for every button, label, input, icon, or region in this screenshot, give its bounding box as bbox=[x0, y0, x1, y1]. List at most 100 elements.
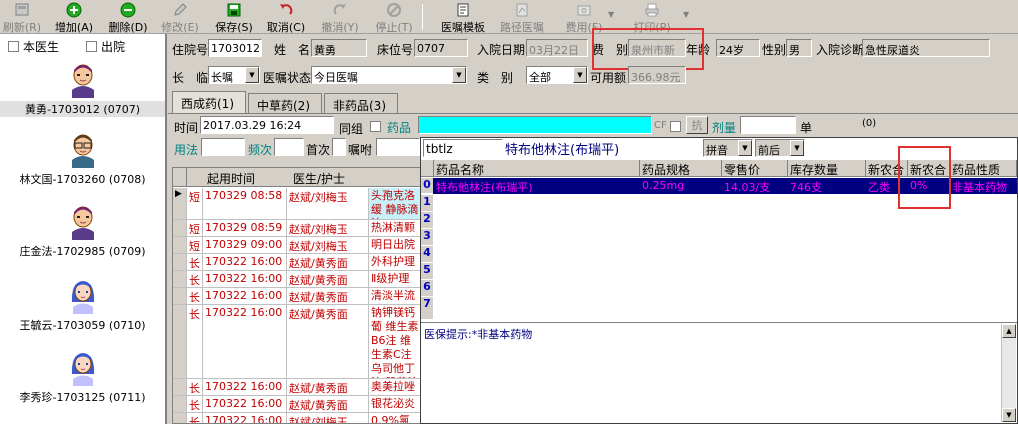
sort-option-dropdown-arrow[interactable]: ▼ bbox=[738, 140, 752, 156]
entrust-field[interactable] bbox=[376, 138, 420, 156]
admit-date-field: 03月22日 bbox=[526, 39, 588, 57]
order-row[interactable]: 长170322 16:00赵斌/黄秀面清淡半流质 bbox=[173, 288, 421, 305]
drug-cell-name: 特布他林注(布瑞平) bbox=[436, 181, 533, 194]
drug-cell-price: 14.03/支 bbox=[724, 181, 771, 194]
save-button[interactable]: 保存(S) bbox=[212, 1, 256, 34]
order-row-marker bbox=[173, 254, 187, 270]
discharged-label: 出院 bbox=[101, 40, 126, 54]
order-cell-time: 170322 16:00 bbox=[203, 413, 287, 423]
female-avatar-icon bbox=[71, 353, 94, 386]
patient-item[interactable]: 李秀珍-1703125 (0711) bbox=[0, 352, 165, 405]
admission-no-label: 住院号 bbox=[172, 43, 209, 57]
edit-button-label: 修改(E) bbox=[161, 21, 199, 34]
toolbar: 刷新(R) 增加(A) 删除(D) 修改(E) 保存(S) 取消(C) 撤消(Y… bbox=[0, 0, 1018, 34]
tab-herbal-medicine[interactable]: 中草药(2) bbox=[248, 93, 322, 113]
order-row[interactable]: ▶短170329 08:58赵斌/刘梅玉头孢克洛缓 静脉滴注 bbox=[173, 188, 421, 220]
current-row-arrow-icon: ▶ bbox=[173, 188, 187, 219]
category-label: 类 别 bbox=[477, 71, 514, 85]
antibiotic-button[interactable]: 抗 bbox=[686, 116, 708, 134]
group-checkbox[interactable] bbox=[370, 121, 381, 132]
drug-row-number: 2 bbox=[421, 212, 433, 229]
cost-dropdown-arrow[interactable]: ▼ bbox=[608, 10, 614, 19]
tab-non-drug[interactable]: 非药品(3) bbox=[324, 93, 398, 113]
drug-grid-corner bbox=[421, 160, 434, 177]
insurance-hint-scrollbar[interactable]: ▲ ▼ bbox=[1001, 324, 1016, 422]
discharged-filter[interactable]: 出院 bbox=[86, 38, 125, 55]
tab-divider bbox=[168, 113, 1018, 114]
order-cell-type: 短 bbox=[187, 237, 203, 253]
order-cell-doctor: 赵斌/刘梅玉 bbox=[287, 237, 369, 253]
toolbar-separator bbox=[422, 4, 423, 30]
order-cell-doctor: 赵斌/黄秀面 bbox=[287, 288, 369, 304]
time-field[interactable]: 2017.03.29 16:24 bbox=[200, 116, 334, 134]
order-row[interactable]: 短170329 08:59赵斌/刘梅玉热淋清颗粒 bbox=[173, 220, 421, 237]
drug-row-number: 5 bbox=[421, 263, 433, 280]
redo-button[interactable]: 撤消(Y) bbox=[318, 1, 362, 34]
drug-search-input[interactable]: tbtlz bbox=[423, 139, 503, 157]
print-dropdown-arrow[interactable]: ▼ bbox=[683, 10, 689, 19]
undo-icon bbox=[280, 4, 293, 15]
refresh-button[interactable]: 刷新(R) bbox=[2, 1, 42, 34]
order-cell-doctor: 赵斌/黄秀面 bbox=[287, 396, 369, 412]
order-row[interactable]: 长170322 16:00赵斌/黄秀面奥美拉唑钠 bbox=[173, 379, 421, 396]
patient-item[interactable]: 林文国-1703260 (0708) bbox=[0, 134, 165, 187]
order-row[interactable]: 短 170329 09:00 赵斌/刘梅玉 明日出院 bbox=[173, 237, 421, 254]
order-cell-time: 170322 16:00 bbox=[203, 254, 287, 270]
duration-dropdown-arrow[interactable]: ▼ bbox=[245, 67, 259, 83]
scroll-down-icon[interactable]: ▼ bbox=[1002, 408, 1016, 422]
order-row[interactable]: 长 170322 16:00 赵斌/黄秀面 Ⅱ级护理 bbox=[173, 271, 421, 288]
frequency-field[interactable] bbox=[274, 138, 304, 156]
drug-row-number: 4 bbox=[421, 246, 433, 263]
edit-button[interactable]: 修改(E) bbox=[160, 1, 200, 34]
order-grid-header-time: 起用时间 bbox=[207, 172, 256, 186]
stop-button[interactable]: 停止(T) bbox=[372, 1, 416, 34]
bed-field: 0707 bbox=[414, 39, 468, 57]
patient-item-label: 黄勇-1703012 (0707) bbox=[0, 101, 165, 117]
order-status-dropdown-arrow[interactable]: ▼ bbox=[452, 67, 466, 83]
insurance-hint-divider bbox=[421, 322, 1017, 323]
order-cell-time: 170329 08:58 bbox=[203, 188, 287, 219]
order-status-select[interactable]: 今日医嘱 bbox=[311, 66, 467, 84]
order-cell-doctor: 赵斌/刘梅玉 bbox=[287, 413, 369, 423]
order-row[interactable]: 长170322 16:00赵斌/刘梅玉0.9%氯化钠 bbox=[173, 413, 421, 423]
delete-button-label: 删除(D) bbox=[108, 21, 148, 34]
own-doctor-filter[interactable]: 本医生 bbox=[8, 38, 59, 55]
sex-label: 性别 bbox=[762, 43, 787, 57]
delete-button[interactable]: 删除(D) bbox=[106, 1, 150, 34]
order-row-marker bbox=[173, 237, 187, 253]
order-cell-time: 170329 08:59 bbox=[203, 220, 287, 236]
order-cell-content: Ⅱ级护理 bbox=[369, 271, 421, 287]
admission-no-field[interactable]: 1703012 bbox=[208, 39, 262, 57]
admit-date-label: 入院日期 bbox=[477, 43, 526, 57]
order-row-marker bbox=[173, 413, 187, 423]
add-button[interactable]: 增加(A) bbox=[52, 1, 96, 34]
stop-button-label: 停止(T) bbox=[375, 21, 413, 34]
order-template-button[interactable]: 医嘱模板 bbox=[436, 1, 490, 34]
tab-western-medicine[interactable]: 西成药(1) bbox=[172, 91, 246, 113]
first-dose-label: 首次 bbox=[306, 143, 331, 157]
patient-item[interactable]: 王毓云-1703059 (0710) bbox=[0, 280, 165, 333]
order-row[interactable]: 长170322 16:00赵斌/黄秀面银花泌炎灵 bbox=[173, 396, 421, 413]
order-row[interactable]: 长 170322 16:00 赵斌/黄秀面 钠钾镁钙葡 维生素B6注 维生素C注 乌司… bbox=[173, 305, 421, 379]
order-row[interactable]: 长170322 16:00赵斌/黄秀面外科护理常 bbox=[173, 254, 421, 271]
order-grid-header-doctor: 医生/护士 bbox=[293, 172, 346, 186]
patient-item[interactable]: 黄勇-1703012 (0707) bbox=[0, 64, 165, 117]
match-option-dropdown-arrow[interactable]: ▼ bbox=[790, 140, 804, 156]
path-order-button[interactable]: 路径医嘱 bbox=[494, 1, 550, 34]
highlight-box-fee-type bbox=[592, 28, 704, 70]
first-dose-field[interactable] bbox=[332, 138, 346, 156]
category-dropdown-arrow[interactable]: ▼ bbox=[573, 67, 587, 83]
usage-field[interactable] bbox=[201, 138, 245, 156]
discharged-checkbox[interactable] bbox=[86, 41, 97, 52]
cf-checkbox[interactable] bbox=[670, 121, 681, 132]
own-doctor-checkbox[interactable] bbox=[8, 41, 19, 52]
male-avatar-icon bbox=[71, 64, 94, 98]
dose-field[interactable] bbox=[740, 116, 796, 134]
order-cell-type: 长 bbox=[187, 413, 203, 423]
cancel-button[interactable]: 取消(C) bbox=[264, 1, 308, 34]
scroll-up-icon[interactable]: ▲ bbox=[1002, 324, 1016, 338]
own-doctor-label: 本医生 bbox=[23, 40, 60, 54]
drug-field[interactable] bbox=[418, 116, 652, 134]
insurance-hint-text: 医保提示:*非基本药物 bbox=[424, 328, 533, 341]
patient-item[interactable]: 庄金法-1702985 (0709) bbox=[0, 206, 165, 259]
